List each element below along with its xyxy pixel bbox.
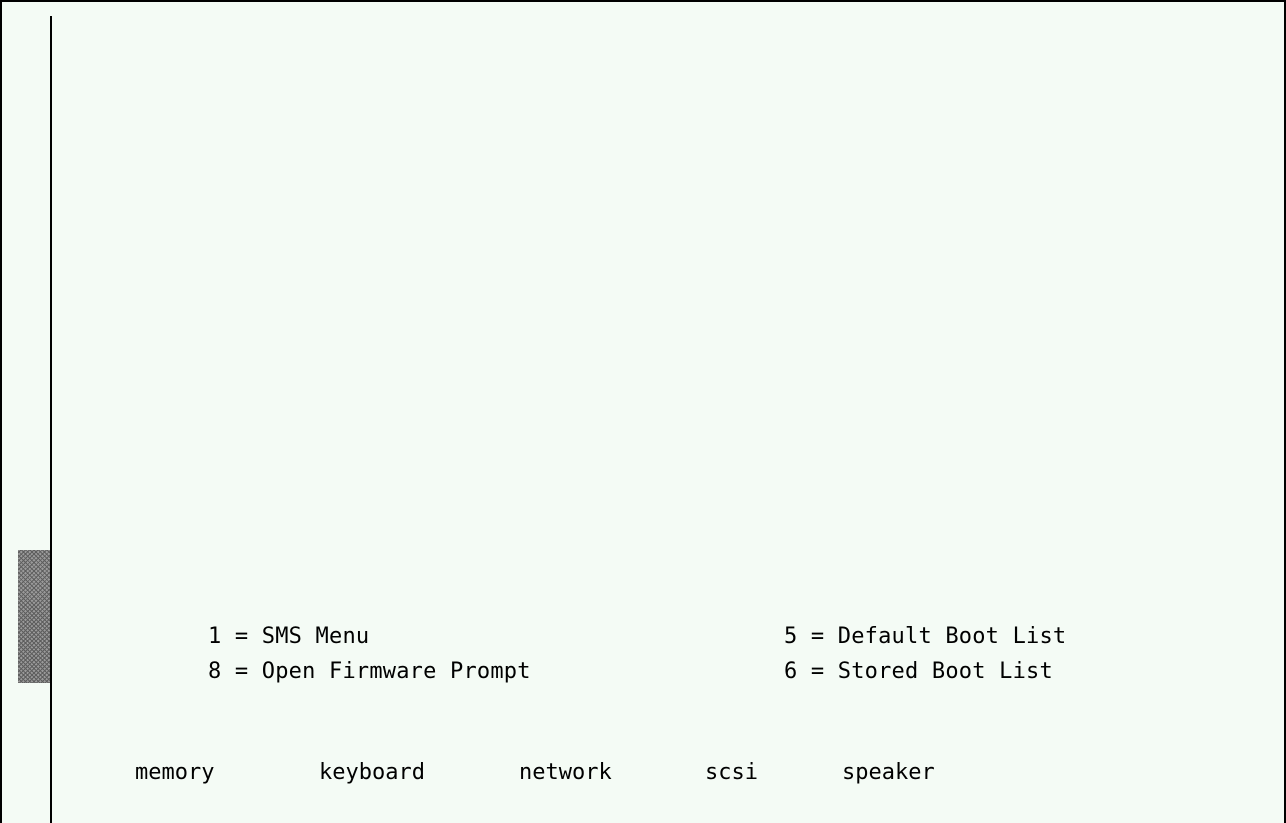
menu-option-sms[interactable]: 1 = SMS Menu (208, 623, 369, 651)
device-check-scsi: scsi (705, 760, 758, 785)
device-check-network: network (519, 760, 612, 785)
device-check-speaker: speaker (842, 760, 935, 785)
scrollbar-thumb[interactable] (18, 550, 50, 683)
device-check-memory: memory (135, 760, 215, 785)
console-left-border (50, 16, 52, 823)
firmware-console: 1 = SMS Menu 8 = Open Firmware Prompt 5 … (0, 0, 1286, 823)
menu-option-default-boot-list[interactable]: 5 = Default Boot List (784, 623, 1066, 651)
device-check-keyboard: keyboard (319, 760, 425, 785)
menu-option-stored-boot-list[interactable]: 6 = Stored Boot List (784, 658, 1053, 686)
menu-option-open-firmware[interactable]: 8 = Open Firmware Prompt (208, 658, 531, 686)
